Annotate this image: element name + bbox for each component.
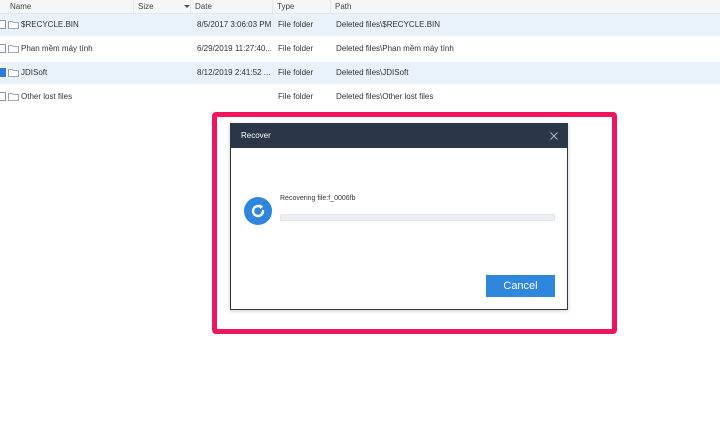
- row-date: [197, 86, 274, 108]
- row-checkbox[interactable]: [0, 92, 6, 101]
- column-size-label: Size: [138, 2, 154, 11]
- row-name: Phan mềm máy tính: [21, 44, 93, 53]
- folder-icon: [8, 93, 19, 101]
- column-path[interactable]: Path: [331, 0, 720, 14]
- row-path: Deleted files\$RECYCLE.BIN: [336, 20, 441, 29]
- column-name-label: Name: [10, 2, 32, 11]
- row-type: File folder: [278, 68, 314, 77]
- row-path: Deleted files\JDISoft: [336, 68, 409, 77]
- table-row[interactable]: JDISoft 8/12/2019 2:41:52 ... File folde…: [0, 62, 720, 84]
- row-name: $RECYCLE.BIN: [21, 20, 79, 29]
- folder-icon: [8, 21, 19, 29]
- row-type: File folder: [278, 44, 314, 53]
- recover-dialog: Recover Recovering file:f_0006fb Cancel: [230, 123, 568, 310]
- row-path: Deleted files\Other lost files: [336, 92, 434, 101]
- row-name: JDISoft: [21, 68, 48, 77]
- row-type: File folder: [278, 20, 314, 29]
- row-checkbox[interactable]: [0, 44, 6, 53]
- folder-icon: [8, 69, 19, 77]
- cancel-button[interactable]: Cancel: [486, 275, 555, 297]
- column-path-label: Path: [335, 2, 352, 11]
- row-date: 8/12/2019 2:41:52 ...: [197, 68, 271, 77]
- column-type-label: Type: [277, 2, 295, 11]
- row-date: 6/29/2019 11:27:40...: [197, 44, 273, 53]
- column-date-label: Date: [195, 2, 212, 11]
- folder-icon: [8, 45, 19, 53]
- row-path: Deleted files\Phan mềm máy tính: [336, 44, 454, 53]
- recovery-progress-bar: [280, 214, 555, 221]
- row-checkbox[interactable]: [0, 20, 6, 29]
- refresh-icon: [244, 197, 272, 225]
- row-type: File folder: [278, 92, 314, 101]
- column-type[interactable]: Type: [273, 0, 331, 14]
- column-size[interactable]: Size: [134, 0, 191, 14]
- row-date: 8/5/2017 3:06:03 PM: [197, 20, 272, 29]
- row-checkbox[interactable]: [0, 68, 6, 77]
- table-row[interactable]: Phan mềm máy tính 6/29/2019 11:27:40... …: [0, 38, 720, 60]
- table-row[interactable]: $RECYCLE.BIN 8/5/2017 3:06:03 PM File fo…: [0, 14, 720, 36]
- column-name[interactable]: Name: [6, 0, 134, 14]
- recovery-status-text: Recovering file:f_0006fb: [280, 195, 356, 202]
- column-date[interactable]: Date: [191, 0, 273, 14]
- dialog-title: Recover: [241, 131, 271, 140]
- row-name: Other lost files: [21, 92, 73, 101]
- sort-down-icon[interactable]: [184, 5, 190, 8]
- table-row[interactable]: Other lost files File folder Deleted fil…: [0, 86, 720, 108]
- close-icon[interactable]: [549, 131, 559, 141]
- column-header: Name Size Date Type Path: [0, 0, 720, 14]
- dialog-titlebar[interactable]: Recover: [231, 124, 567, 148]
